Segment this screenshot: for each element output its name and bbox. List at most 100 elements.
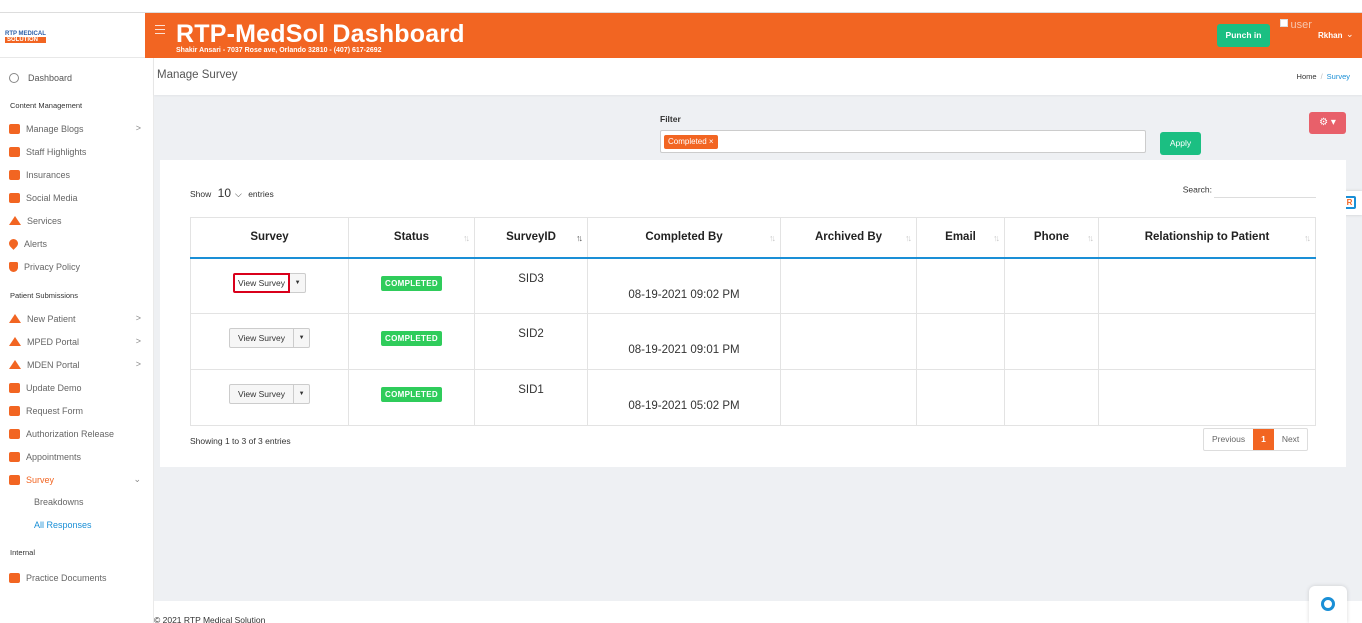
sidebar-item-staff-highlights[interactable]: Staff Highlights — [0, 140, 153, 163]
services-icon — [9, 216, 21, 225]
survey-cell: View Survey ▼ — [190, 369, 349, 426]
column-header-completed-by[interactable]: Completed By ↑↓ — [587, 217, 781, 259]
chart-icon — [9, 474, 20, 485]
page-length-select[interactable]: 10 — [218, 186, 231, 200]
archived-cell — [780, 313, 917, 370]
phone-cell — [1004, 313, 1099, 370]
page-title: Manage Survey — [157, 69, 238, 81]
column-header-relationship[interactable]: Relationship to Patient ↑↓ — [1098, 217, 1316, 259]
previous-page-button[interactable]: Previous — [1204, 429, 1253, 450]
sidebar-item-mped-portal[interactable]: MPED Portal > — [0, 330, 153, 353]
sidebar-item-manage-blogs[interactable]: Manage Blogs > — [0, 117, 153, 140]
sidebar-item-label: Services — [27, 215, 62, 226]
sidebar-item-label: New Patient — [27, 313, 76, 324]
search-input[interactable] — [1214, 182, 1316, 198]
sidebar-item-label: Dashboard — [28, 73, 73, 83]
chevron-down-icon[interactable]: ▼ — [294, 328, 311, 348]
logo-area: RTP MEDICAL SOLUTION — [0, 13, 153, 58]
logo[interactable]: RTP MEDICAL SOLUTION — [5, 31, 46, 43]
sidebar-item-privacy-policy[interactable]: Privacy Policy — [0, 255, 153, 278]
view-survey-button[interactable]: View Survey — [228, 384, 295, 404]
table-info: Showing 1 to 3 of 3 entries — [190, 436, 291, 446]
chevron-down-icon[interactable]: ▼ — [290, 272, 307, 293]
survey-cell: View Survey ▼ — [190, 313, 349, 370]
status-cell: COMPLETED — [348, 257, 475, 314]
top-header: RTP-MedSol Dashboard Shakir Ansari - 703… — [145, 13, 1362, 58]
column-header-status[interactable]: Status ↑↓ — [348, 217, 475, 259]
table-header-row: Survey Status ↑↓ SurveyID ↑↓ Completed By ↑… — [190, 217, 1316, 259]
sidebar: RTP MEDICAL SOLUTION Dashboard Content M… — [0, 13, 154, 623]
phone-cell — [1004, 257, 1099, 314]
sidebar-item-label: Alerts — [24, 238, 48, 249]
chevron-down-icon[interactable]: ▼ — [294, 384, 311, 404]
survey-cell: View Survey ▼ — [190, 257, 349, 314]
sidebar-item-label: Request Form — [26, 405, 84, 416]
sidebar-item-request-form[interactable]: Request Form — [0, 399, 153, 422]
sidebar-item-alerts[interactable]: Alerts — [0, 232, 153, 255]
surveyid-cell: SID1 — [474, 369, 588, 426]
section-title-patient: Patient Submissions — [10, 291, 78, 300]
relationship-cell — [1098, 257, 1316, 314]
sidebar-item-insurances[interactable]: Insurances — [0, 163, 153, 186]
completed-cell: 08-19-2021 05:02 PM — [587, 369, 781, 426]
punch-in-button[interactable]: Punch in — [1217, 24, 1270, 47]
sidebar-subitem-breakdowns[interactable]: Breakdowns — [0, 491, 153, 514]
footer: © 2021 RTP Medical Solution — [154, 601, 1362, 623]
sidebar-item-appointments[interactable]: Appointments — [0, 445, 153, 468]
page-1-button[interactable]: 1 — [1253, 429, 1274, 450]
email-cell — [916, 369, 1005, 426]
column-header-surveyid[interactable]: SurveyID ↑↓ — [474, 217, 588, 259]
apply-button[interactable]: Apply — [1160, 132, 1201, 155]
section-title-internal: Internal — [10, 548, 36, 557]
column-header-archived-by[interactable]: Archived By ↑↓ — [780, 217, 917, 259]
chevron-down-icon: ⌄ — [133, 474, 141, 484]
page-titlebar: Manage Survey Home / Survey — [154, 58, 1362, 95]
sidebar-item-social-media[interactable]: Social Media — [0, 186, 153, 209]
column-header-survey[interactable]: Survey — [190, 217, 349, 259]
email-cell — [916, 257, 1005, 314]
browser-tab-strip — [0, 0, 1362, 13]
archived-cell — [780, 369, 917, 426]
help-button[interactable] — [1309, 586, 1347, 623]
filter-tag-completed[interactable]: Completed × — [664, 135, 718, 149]
home-icon — [9, 314, 21, 323]
avatar-alt-text: user — [1290, 19, 1312, 31]
chevron-down-icon: ⌄ — [1346, 29, 1354, 39]
sidebar-item-mden-portal[interactable]: MDEN Portal > — [0, 353, 153, 376]
sidebar-item-update-demo[interactable]: Update Demo — [0, 376, 153, 399]
completed-cell: 08-19-2021 09:02 PM — [587, 257, 781, 314]
survey-table: Survey Status ↑↓ SurveyID ↑↓ Completed By ↑… — [190, 217, 1316, 426]
survey-table-card: Show 10 ⌵ entries Search: Survey Status ↑↓… — [160, 160, 1346, 467]
sidebar-subitem-all-responses[interactable]: All Responses — [0, 514, 153, 537]
sidebar-item-authorization-release[interactable]: Authorization Release — [0, 422, 153, 445]
sidebar-item-label: Practice Documents — [26, 572, 107, 583]
column-header-email[interactable]: Email ↑↓ — [916, 217, 1005, 259]
home-icon — [9, 337, 21, 346]
next-page-button[interactable]: Next — [1274, 429, 1307, 450]
breadcrumb-home[interactable]: Home — [1297, 72, 1317, 81]
menu-icon[interactable] — [155, 25, 165, 37]
settings-dropdown-button[interactable]: ⚙ ▾ — [1309, 112, 1346, 134]
filter-input[interactable]: Completed × — [660, 130, 1146, 153]
column-header-phone[interactable]: Phone ↑↓ — [1004, 217, 1099, 259]
filter-label: Filter — [660, 114, 681, 124]
shield-icon — [9, 261, 18, 272]
table-row: View Survey ▼ COMPLETED SID1 08-19-2021 0… — [190, 369, 1316, 426]
dashboard-icon — [9, 73, 19, 83]
chevron-right-icon: > — [135, 336, 141, 346]
user-menu[interactable]: user Rkhan ⌄ — [1280, 19, 1354, 40]
sort-icon: ↑↓ — [576, 233, 583, 243]
id-card-icon — [9, 382, 20, 393]
sidebar-item-survey[interactable]: Survey ⌄ — [0, 468, 153, 491]
view-survey-button[interactable]: View Survey — [228, 328, 295, 348]
status-cell: COMPLETED — [348, 369, 475, 426]
sidebar-item-practice-documents[interactable]: Practice Documents — [0, 566, 153, 589]
rss-icon — [9, 123, 20, 134]
sidebar-item-dashboard[interactable]: Dashboard — [0, 68, 153, 88]
sidebar-item-label: Social Media — [26, 192, 78, 203]
chevron-down-icon[interactable]: ⌵ — [235, 189, 242, 199]
view-survey-button[interactable]: View Survey — [232, 272, 291, 293]
sidebar-item-new-patient[interactable]: New Patient > — [0, 307, 153, 330]
gear-icon: ⚙ ▾ — [1319, 117, 1336, 128]
sidebar-item-services[interactable]: Services — [0, 209, 153, 232]
